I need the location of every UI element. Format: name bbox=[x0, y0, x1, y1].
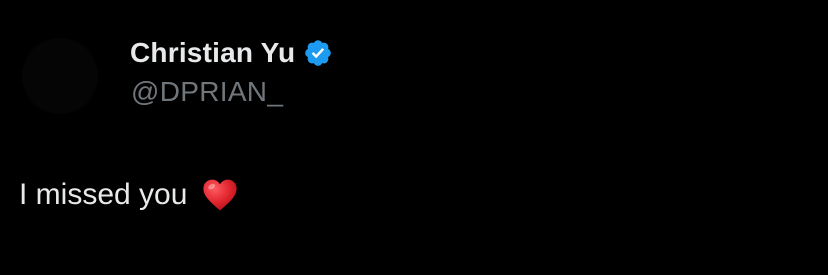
avatar[interactable] bbox=[22, 38, 98, 114]
tweet: Christian Yu @DPRIAN_ I missed you bbox=[0, 0, 828, 275]
verified-badge-icon bbox=[303, 38, 333, 68]
author-name-row: Christian Yu bbox=[130, 34, 333, 72]
display-name[interactable]: Christian Yu bbox=[130, 37, 295, 69]
heart-icon bbox=[201, 176, 239, 214]
tweet-text: I missed you bbox=[19, 178, 188, 211]
username-handle[interactable]: @DPRIAN_ bbox=[131, 76, 283, 108]
tweet-body: I missed you bbox=[19, 175, 239, 215]
